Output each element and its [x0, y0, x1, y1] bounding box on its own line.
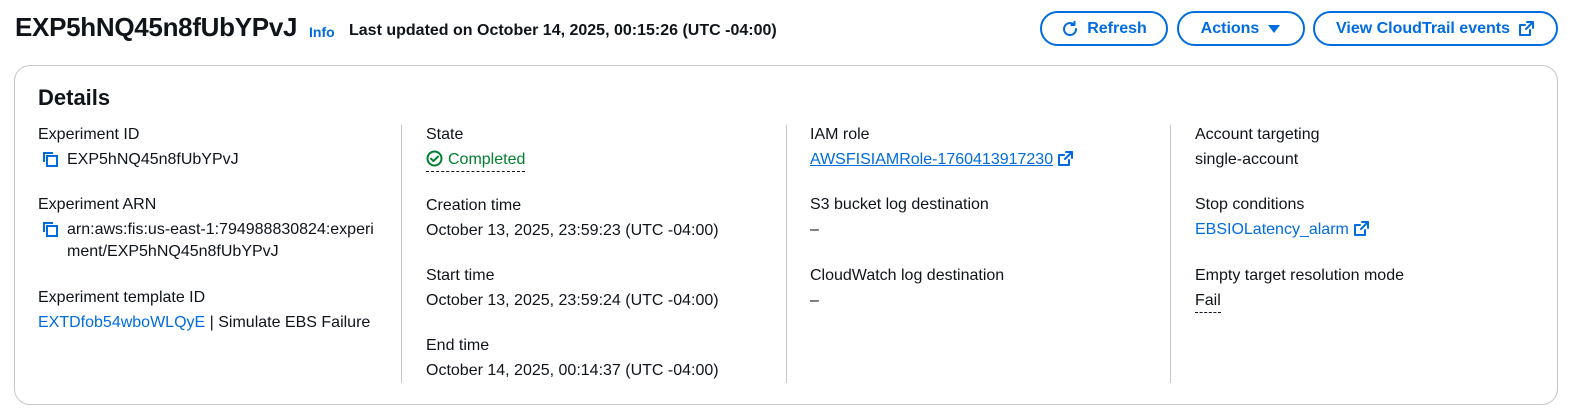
iam-role-link[interactable]: AWSFISIAMRole-1760413917230	[810, 151, 1053, 168]
empty-target-value-row: Fail	[1195, 290, 1404, 313]
empty-target-field: Empty target resolution mode Fail	[1195, 266, 1404, 313]
template-separator: |	[205, 314, 219, 331]
stop-conditions-field: Stop conditions EBSIOLatency_alarm	[1195, 195, 1370, 244]
page-header: EXP5hNQ45n8fUbYPvJ Info Last updated on …	[0, 0, 1573, 60]
actions-dropdown-button[interactable]: Actions	[1177, 11, 1305, 46]
caret-down-icon	[1267, 23, 1281, 35]
cloudwatch-log-field: CloudWatch log destination –	[810, 266, 1004, 312]
cloudtrail-label: View CloudTrail events	[1336, 19, 1510, 37]
creation-time-field: Creation time October 13, 2025, 23:59:23…	[426, 196, 719, 242]
refresh-label: Refresh	[1087, 19, 1147, 37]
stop-conditions-label: Stop conditions	[1195, 196, 1305, 213]
details-title: Details	[38, 85, 111, 110]
account-targeting-label: Account targeting	[1195, 126, 1320, 143]
cloudwatch-log-label: CloudWatch log destination	[810, 267, 1005, 284]
details-card: Details Experiment ID EXP5hNQ45n8fUbYPvJ…	[14, 65, 1558, 405]
external-link-icon[interactable]	[1057, 150, 1074, 174]
copy-icon[interactable]	[41, 150, 59, 175]
view-cloudtrail-events-button[interactable]: View CloudTrail events	[1313, 11, 1558, 46]
template-id-link[interactable]: EXTDfob54wboWLQyE	[38, 314, 205, 331]
state-value: Completed	[448, 151, 526, 168]
actions-label: Actions	[1200, 19, 1260, 37]
iam-role-field: IAM role AWSFISIAMRole-1760413917230	[810, 125, 1074, 174]
state-label: State	[426, 126, 464, 143]
iam-role-label: IAM role	[810, 126, 870, 143]
experiment-template-field: Experiment template ID EXTDfob54wboWLQyE…	[38, 288, 370, 334]
template-name: Simulate EBS Failure	[218, 314, 371, 331]
experiment-id-field: Experiment ID EXP5hNQ45n8fUbYPvJ	[38, 125, 239, 175]
stop-conditions-value-row: EBSIOLatency_alarm	[1195, 219, 1370, 244]
empty-target-value[interactable]: Fail	[1195, 291, 1221, 313]
start-time-label: Start time	[426, 267, 495, 284]
details-column-3: IAM role AWSFISIAMRole-1760413917230 S3 …	[786, 125, 1171, 383]
end-time-label: End time	[426, 337, 490, 354]
iam-role-value-row: AWSFISIAMRole-1760413917230	[810, 149, 1074, 174]
template-id-value-row: EXTDfob54wboWLQyE | Simulate EBS Failure	[38, 312, 370, 334]
end-time-value: October 14, 2025, 00:14:37 (UTC -04:00)	[426, 362, 719, 379]
experiment-arn-value-row: arn:aws:fis:us-east-1:794988830824:exper…	[38, 219, 377, 263]
details-column-4: Account targeting single-account Stop co…	[1170, 125, 1550, 383]
details-column-2: State Completed Creation time October 13…	[401, 125, 786, 383]
experiment-arn-field: Experiment ARN arn:aws:fis:us-east-1:794…	[38, 195, 377, 263]
state-field: State Completed	[426, 125, 526, 172]
template-id-label: Experiment template ID	[38, 289, 206, 306]
experiment-id-label: Experiment ID	[38, 126, 140, 143]
state-status[interactable]: Completed	[426, 150, 526, 172]
info-link[interactable]: Info	[309, 24, 335, 40]
start-time-field: Start time October 13, 2025, 23:59:24 (U…	[426, 266, 719, 312]
experiment-arn-label: Experiment ARN	[38, 196, 157, 213]
s3-log-value: –	[810, 221, 819, 238]
refresh-button[interactable]: Refresh	[1040, 11, 1168, 46]
s3-log-label: S3 bucket log destination	[810, 196, 989, 213]
check-circle-icon	[426, 150, 448, 168]
creation-time-value: October 13, 2025, 23:59:23 (UTC -04:00)	[426, 222, 719, 239]
external-link-icon[interactable]	[1353, 220, 1370, 244]
start-time-value: October 13, 2025, 23:59:24 (UTC -04:00)	[426, 292, 719, 309]
empty-target-label: Empty target resolution mode	[1195, 267, 1404, 284]
experiment-arn-value: arn:aws:fis:us-east-1:794988830824:exper…	[67, 221, 374, 260]
last-updated-text: Last updated on October 14, 2025, 00:15:…	[349, 22, 777, 39]
state-value-row: Completed	[426, 149, 526, 172]
s3-log-field: S3 bucket log destination –	[810, 195, 989, 241]
creation-time-label: Creation time	[426, 197, 522, 214]
refresh-icon	[1061, 20, 1079, 38]
account-targeting-field: Account targeting single-account	[1195, 125, 1320, 171]
external-link-icon	[1518, 20, 1535, 37]
details-column-1: Experiment ID EXP5hNQ45n8fUbYPvJ Experim…	[38, 125, 398, 383]
copy-icon[interactable]	[41, 220, 59, 245]
end-time-field: End time October 14, 2025, 00:14:37 (UTC…	[426, 336, 719, 382]
cloudwatch-log-value: –	[810, 292, 819, 309]
experiment-id-value-row: EXP5hNQ45n8fUbYPvJ	[38, 149, 239, 175]
experiment-id-value: EXP5hNQ45n8fUbYPvJ	[67, 151, 239, 168]
page-title: EXP5hNQ45n8fUbYPvJ	[15, 12, 298, 42]
account-targeting-value: single-account	[1195, 151, 1299, 168]
stop-condition-link[interactable]: EBSIOLatency_alarm	[1195, 221, 1349, 238]
